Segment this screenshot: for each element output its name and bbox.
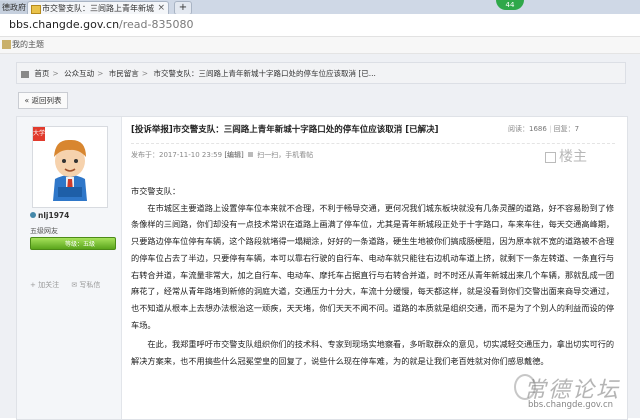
replies-label: 回复： bbox=[553, 125, 575, 133]
breadcrumb-item[interactable]: 首页 bbox=[34, 69, 49, 78]
publish-time: 发布于：2017-11-10 23:59 bbox=[131, 151, 223, 159]
views-label: 阅读： bbox=[508, 125, 529, 133]
bookmark-bar: 我的主题 bbox=[0, 37, 640, 54]
level-label: 等级：五级 bbox=[65, 241, 96, 248]
message-button[interactable]: ✉ 写私信 bbox=[71, 281, 100, 289]
site-watermark: 常德论坛 bbs.changde.gov.cn bbox=[514, 372, 634, 416]
post-meta: 发布于：2017-11-10 23:59 [编辑] 扫一扫，手机看帖 bbox=[131, 150, 313, 160]
author-actions: + 加关注 ✉ 写私信 bbox=[30, 280, 110, 290]
address-bar[interactable]: bbs.changde.gov.cn/read-835080 bbox=[0, 14, 640, 37]
url-text[interactable]: bbs.changde.gov.cn/read-835080 bbox=[9, 18, 194, 31]
notification-badge[interactable]: 44 bbox=[496, 0, 524, 10]
tab-label: 市交警支队：三闾路上青年新城 bbox=[42, 4, 154, 13]
avatar-tag: 大学 bbox=[33, 127, 45, 141]
post-paragraph: 在此，我郑重呼吁市交警支队组织你们的技术科、专家到现场实地察看，多听取群众的意见… bbox=[131, 339, 615, 367]
breadcrumb-separator: > bbox=[52, 69, 59, 78]
watermark-url: bbs.changde.gov.cn bbox=[528, 400, 614, 410]
floor-text: 楼主 bbox=[559, 149, 587, 165]
views-count: 1686 bbox=[529, 125, 547, 133]
follow-label: 加关注 bbox=[38, 281, 60, 289]
post-paragraph: 在市城区主要道路上设置停车位本来就不合理，不利于畅导交通，更何况我们城东板块就没… bbox=[131, 202, 615, 330]
user-icon bbox=[30, 212, 36, 218]
page-content: 首页 > 公众互动 > 市民留言 > 市交警支队：三闾路上青年新城十字路口处的停车位应… bbox=[0, 54, 640, 420]
title-divider bbox=[131, 143, 615, 144]
back-to-list-button[interactable]: « 返回列表 bbox=[18, 92, 68, 109]
post-greeting: 市交警支队： bbox=[131, 186, 181, 196]
back-label: 返回列表 bbox=[31, 96, 62, 105]
post-title: [投诉举报]市交警支队：三闾路上青年新城十字路口处的停车位应该取消 [已解决] bbox=[131, 125, 439, 135]
breadcrumb-item[interactable]: 公众互动 bbox=[64, 69, 94, 78]
favicon-icon bbox=[31, 5, 41, 14]
url-path: /read-835080 bbox=[119, 18, 194, 31]
browser-tab-bar: 德政府 市交警支队：三闾路上青年新城 × + 44 bbox=[0, 0, 640, 15]
post-body: 市交警支队： 在市城区主要道路上设置停车位本来就不合理，不利于畅导交通，更何况我… bbox=[131, 183, 617, 370]
floor-icon bbox=[545, 151, 556, 163]
breadcrumb-current: 市交警支队：三闾路上青年新城十字路口处的停车位应该取消 [已... bbox=[153, 69, 376, 78]
message-label: 写私信 bbox=[79, 281, 101, 289]
scan-link[interactable]: 扫一扫，手机看帖 bbox=[257, 151, 313, 159]
folder-icon bbox=[2, 40, 11, 49]
breadcrumb-item[interactable]: 市民留言 bbox=[109, 69, 139, 78]
follow-button[interactable]: + 加关注 bbox=[30, 281, 59, 289]
author-group: 五级网友 bbox=[30, 227, 58, 235]
breadcrumb-separator: > bbox=[97, 69, 104, 78]
close-tab-icon[interactable]: × bbox=[157, 2, 165, 14]
floor-label: 楼主 bbox=[545, 146, 587, 166]
author-panel: 大学 nlj1974 五级网友 等级：五级 + 加关注 ✉ 写私信 bbox=[17, 117, 122, 419]
post-stats: 阅读：1686 | 回复：7 bbox=[508, 125, 580, 133]
breadcrumb-separator: > bbox=[141, 69, 149, 78]
replies-count: 7 bbox=[574, 125, 580, 133]
author-name-text: nlj1974 bbox=[38, 211, 70, 220]
home-icon bbox=[21, 70, 29, 78]
bookmark-item[interactable]: 我的主题 bbox=[12, 39, 44, 50]
url-domain: bbs.changde.gov.cn bbox=[9, 18, 120, 31]
tab-previous[interactable]: 德政府 bbox=[0, 1, 28, 14]
author-name[interactable]: nlj1974 bbox=[30, 211, 69, 220]
breadcrumb: 首页 > 公众互动 > 市民留言 > 市交警支队：三闾路上青年新城十字路口处的停车位应… bbox=[16, 62, 626, 84]
qrcode-icon bbox=[248, 152, 254, 157]
edit-link[interactable]: [编辑] bbox=[224, 151, 243, 159]
tab-label: 德政府 bbox=[2, 3, 26, 12]
level-bar: 等级：五级 bbox=[30, 237, 116, 250]
new-tab-button[interactable]: + bbox=[174, 1, 192, 15]
tab-active[interactable]: 市交警支队：三闾路上青年新城 × bbox=[27, 1, 169, 14]
avatar[interactable]: 大学 bbox=[32, 126, 108, 208]
